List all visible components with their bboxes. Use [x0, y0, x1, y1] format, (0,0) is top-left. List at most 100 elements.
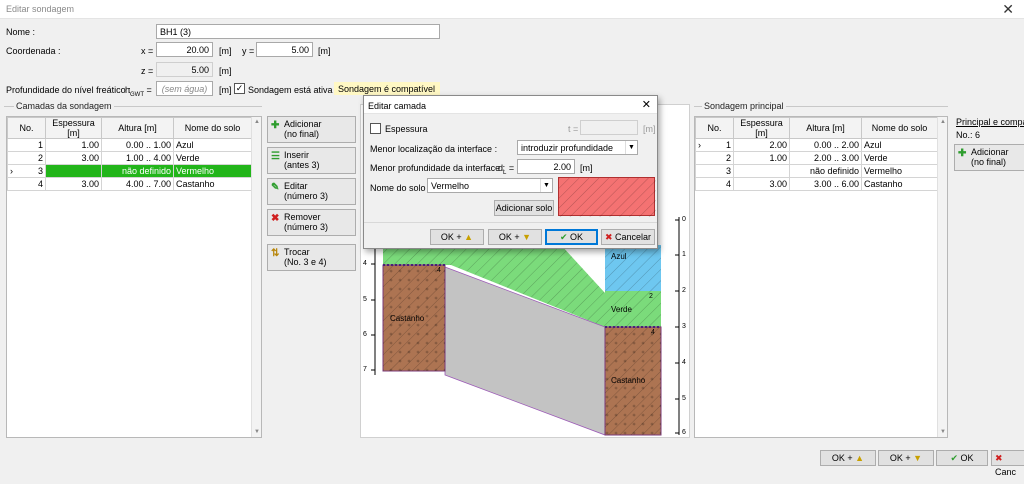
right-table-scrollbar[interactable]: ▲ ▼ — [937, 117, 947, 437]
depth-unit: [m] — [580, 163, 593, 173]
row-height: 4.00 .. 7.00 — [101, 177, 174, 191]
table-row[interactable]: › 1 2.00 0.00 .. 2.00 Azul — [695, 138, 938, 152]
arrow-up-icon: ▲ — [464, 232, 474, 242]
table-row[interactable]: 1 1.00 0.00 .. 1.00 Azul — [7, 138, 252, 152]
col-thickness: Espessura [m] — [733, 117, 790, 139]
chevron-down-icon[interactable]: ▼ — [540, 179, 552, 192]
swap-button[interactable]: ⇅ Trocar (No. 3 e 4) — [267, 244, 356, 271]
compat-add-button[interactable]: ✚ Adicionar (no final) — [954, 144, 1024, 171]
compat-group-title: Principal e compat — [956, 117, 1024, 127]
row-height: 2.00 .. 3.00 — [789, 151, 862, 165]
arrow-up-icon: ▲ — [855, 453, 865, 463]
scroll-up-icon[interactable]: ▲ — [253, 119, 261, 125]
soil-select[interactable]: Vermelho ▼ — [427, 178, 553, 193]
col-height: Altura [m] — [789, 117, 862, 139]
right-tick-label: 6 — [682, 429, 686, 436]
layer-number-label: 4 — [651, 329, 655, 336]
dialog-ok-add-up-button[interactable]: OK + ▲ — [430, 229, 484, 245]
dialog-ok-button[interactable]: ✔ OK — [545, 229, 598, 245]
table-row-selected[interactable]: › 3 não definido Vermelho — [7, 164, 252, 178]
row-thickness: 3.00 — [733, 177, 790, 191]
row-no: 2 — [695, 151, 734, 165]
edit-button[interactable]: ✎ Editar (número 3) — [267, 178, 356, 205]
interface-select[interactable]: introduzir profundidade ▼ — [517, 140, 638, 155]
x-input[interactable]: 20.00 — [156, 42, 213, 57]
layer-number-label: 2 — [649, 293, 653, 300]
row-thickness[interactable]: 3.00 — [45, 151, 102, 165]
name-label: Nome : — [6, 27, 36, 37]
dialog-ok-label: OK — [570, 232, 584, 242]
gwt-symbol: hGWT = — [125, 85, 152, 98]
active-checkbox[interactable]: ✓ — [234, 83, 245, 94]
close-icon[interactable]: ✕ — [1002, 1, 1014, 18]
table-row[interactable]: 4 3.00 4.00 .. 7.00 Castanho — [7, 177, 252, 191]
cancel-icon: ✖ — [604, 232, 613, 242]
castanho-label-left: Castanho — [390, 314, 425, 323]
col-no: No. — [7, 117, 46, 139]
soil-label: Nome do solo : — [370, 183, 431, 193]
castanho-label-right: Castanho — [611, 376, 646, 385]
thickness-checkbox[interactable] — [370, 123, 381, 134]
depth-input[interactable]: 2.00 — [517, 159, 575, 174]
right-tick-label: 3 — [682, 323, 686, 330]
left-group-title: Camadas da sondagem — [14, 101, 114, 111]
thickness-label: Espessura — [385, 124, 428, 134]
left-table-scrollbar[interactable]: ▲ ▼ — [251, 117, 261, 437]
dialog-ok-add-down-button[interactable]: OK + ▼ — [488, 229, 542, 245]
remove-line1: Remover — [284, 212, 321, 222]
col-no: No. — [695, 117, 734, 139]
close-icon[interactable]: ✕ — [642, 98, 651, 111]
add-end-button[interactable]: ✚ Adicionar (no final) — [267, 116, 356, 143]
row-thickness[interactable]: 3.00 — [45, 177, 102, 191]
row-soil: Vermelho — [173, 164, 252, 178]
window-title-bar: Editar sondagem ✕ — [0, 0, 1024, 19]
dl-symbol: dL = — [498, 163, 515, 176]
ok-button[interactable]: ✔ OK — [936, 450, 988, 466]
edit-line2: (número 3) — [284, 191, 329, 201]
remove-button[interactable]: ✖ Remover (número 3) — [267, 209, 356, 236]
col-soil: Nome do solo — [173, 117, 252, 139]
chevron-down-icon[interactable]: ▼ — [625, 141, 637, 154]
insert-button[interactable]: ☰ Inserir (antes 3) — [267, 147, 356, 174]
add-end-line2: (no final) — [284, 129, 320, 139]
swap-icon: ⇅ — [271, 248, 280, 259]
table-row[interactable]: 4 3.00 3.00 .. 6.00 Castanho — [695, 177, 938, 191]
ok-add-up-button[interactable]: OK + ▲ — [820, 450, 876, 466]
row-soil: Castanho — [861, 177, 938, 191]
name-input[interactable]: BH1 (3) — [156, 24, 440, 39]
dialog-divider — [364, 222, 657, 223]
ok-add-down-button[interactable]: OK + ▼ — [878, 450, 934, 466]
gwt-unit: [m] — [219, 85, 232, 95]
scroll-down-icon[interactable]: ▼ — [939, 429, 947, 435]
t-unit: [m] — [643, 124, 656, 134]
compat-note: Sondagem é compatível — [334, 82, 440, 95]
remove-icon: ✖ — [271, 213, 280, 224]
left-tick-label: 7 — [363, 366, 367, 373]
ok-label: OK — [960, 453, 974, 463]
check-icon: ✔ — [950, 453, 958, 463]
ok-add-up-label: OK + — [831, 453, 853, 463]
scroll-up-icon[interactable]: ▲ — [939, 119, 947, 125]
add-soil-button[interactable]: Adicionar solo — [494, 200, 554, 216]
dialog-cancel-button[interactable]: ✖ Cancelar — [601, 229, 655, 245]
t-label: t = — [568, 124, 579, 134]
scroll-down-icon[interactable]: ▼ — [253, 429, 261, 435]
row-thickness — [733, 164, 790, 178]
row-thickness[interactable] — [45, 164, 102, 178]
main-borehole-table: No. Espessura [m] Altura [m] Nome do sol… — [695, 117, 938, 191]
cancel-button[interactable]: ✖ Canc — [991, 450, 1024, 477]
table-row[interactable]: 2 1.00 2.00 .. 3.00 Verde — [695, 151, 938, 165]
row-soil: Castanho — [173, 177, 252, 191]
soil-select-value: Vermelho — [431, 181, 470, 191]
gwt-input[interactable]: (sem água) — [156, 81, 213, 96]
row-no: 3 — [695, 164, 734, 178]
right-group-title: Sondagem principal — [702, 101, 786, 111]
row-thickness[interactable]: 1.00 — [45, 138, 102, 152]
row-soil: Azul — [173, 138, 252, 152]
y-input[interactable]: 5.00 — [256, 42, 313, 57]
table-row[interactable]: 2 3.00 1.00 .. 4.00 Verde — [7, 151, 252, 165]
row-height: 1.00 .. 4.00 — [101, 151, 174, 165]
table-row[interactable]: 3 não definido Vermelho — [695, 164, 938, 178]
edit-layer-dialog: Editar camada ✕ Espessura t = [m] Menor … — [363, 95, 658, 249]
dialog-title: Editar camada — [368, 101, 427, 111]
